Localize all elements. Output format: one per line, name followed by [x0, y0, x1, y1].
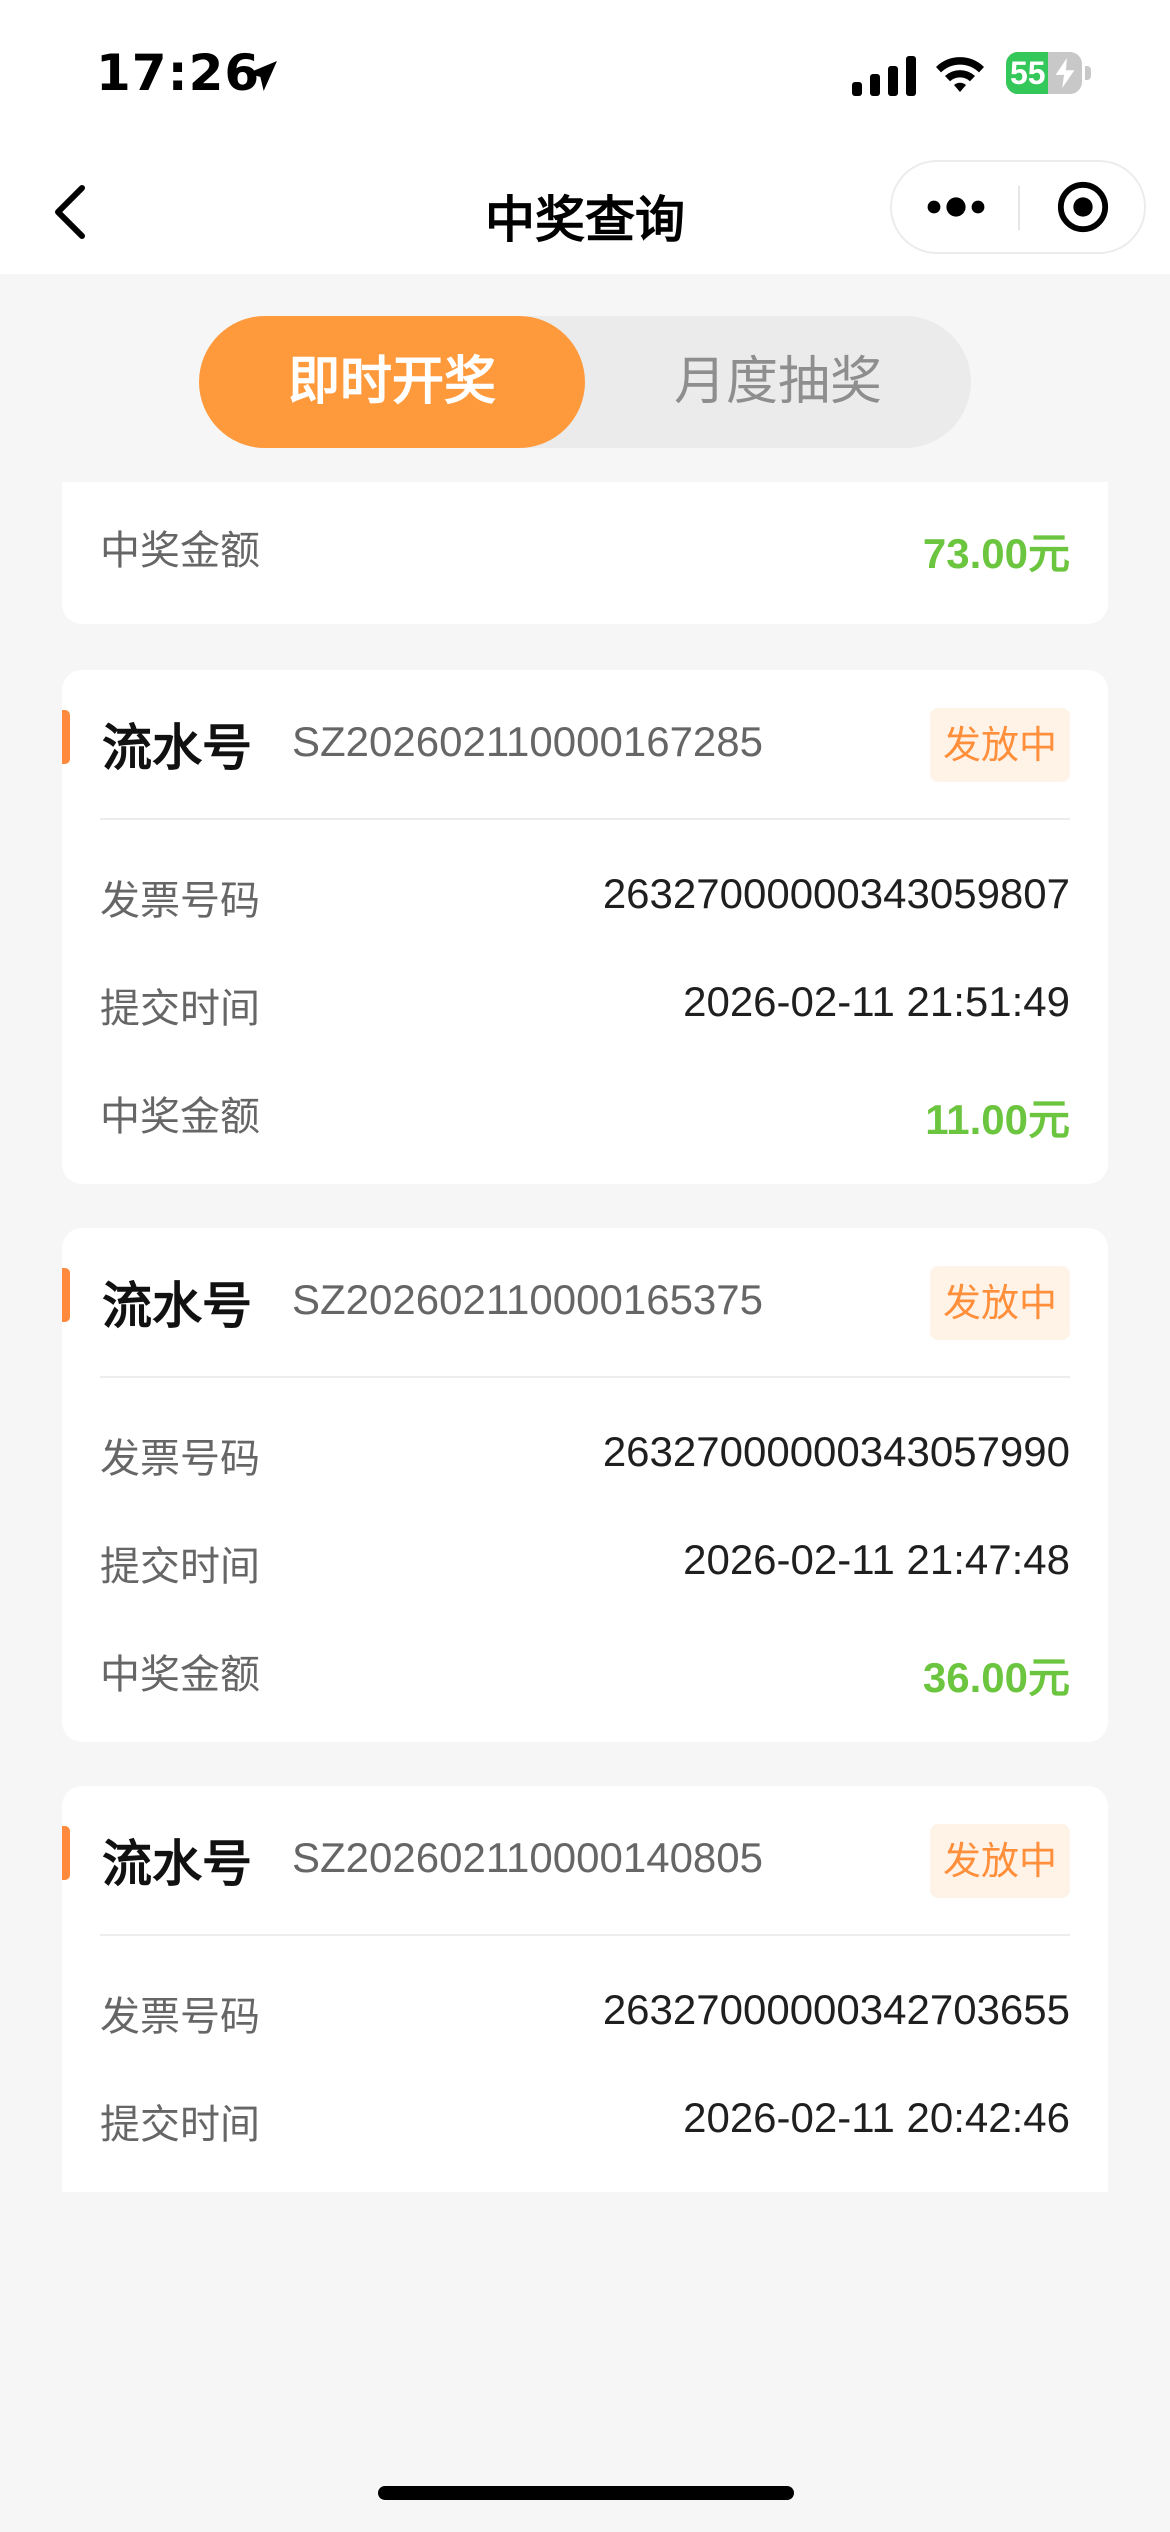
- record-card-header: 流水号 SZ202602110000167285 发放中: [62, 670, 1108, 818]
- invoice-number-value: 26327000000342703655: [602, 1986, 1070, 2033]
- cellular-signal-icon: [852, 56, 916, 96]
- card-accent-bar: [62, 710, 70, 764]
- submit-time-label: 提交时间: [100, 986, 260, 1032]
- more-button[interactable]: [892, 162, 1018, 252]
- close-miniprogram-button[interactable]: [1020, 162, 1144, 252]
- mini-program-capsule: [890, 160, 1146, 254]
- record-card[interactable]: 流水号 SZ202602110000140805 发放中 发票号码 263270…: [62, 1786, 1108, 2192]
- submit-time-value: 2026-02-11 21:51:49: [683, 978, 1070, 1025]
- status-bar: 17:26 55: [0, 0, 1170, 150]
- battery-tip: [1085, 66, 1091, 80]
- invoice-number-label: 发票号码: [100, 878, 260, 924]
- card-divider: [100, 1376, 1070, 1378]
- record-card-header: 流水号 SZ202602110000140805 发放中: [62, 1786, 1108, 1934]
- invoice-number-label: 发票号码: [100, 1994, 260, 2040]
- submit-time-value: 2026-02-11 20:42:46: [683, 2094, 1070, 2141]
- submit-time-row: 提交时间 2026-02-11 21:47:48: [100, 1524, 1070, 1594]
- bolt-icon: [1055, 58, 1075, 88]
- invoice-number-value: 26327000000343059807: [602, 870, 1070, 917]
- invoice-number-row: 发票号码 26327000000343059807: [100, 858, 1070, 928]
- submit-time-row: 提交时间 2026-02-11 20:42:46: [100, 2082, 1070, 2152]
- prize-amount-row: 中奖金额 11.00元: [100, 1074, 1070, 1144]
- card-accent-bar: [62, 1268, 70, 1322]
- status-time: 17:26: [96, 44, 261, 102]
- invoice-number-value: 26327000000343057990: [602, 1428, 1070, 1475]
- serial-label: 流水号: [102, 1835, 252, 1893]
- serial-number: SZ202602110000140805: [292, 1834, 764, 1881]
- prize-amount-value: 11.00元: [925, 1096, 1070, 1143]
- submit-time-label: 提交时间: [100, 1544, 260, 1590]
- prize-amount-value: 36.00元: [922, 1654, 1070, 1701]
- more-dots-icon: [927, 197, 985, 217]
- prize-amount-row: 中奖金额 36.00元: [100, 1632, 1070, 1702]
- wifi-icon: [936, 57, 984, 92]
- card-divider: [100, 818, 1070, 820]
- tab-instant-draw[interactable]: 即时开奖: [199, 316, 585, 448]
- nav-bar: 中奖查询: [0, 150, 1170, 274]
- invoice-number-row: 发票号码 26327000000343057990: [100, 1416, 1070, 1486]
- prize-amount-label: 中奖金额: [100, 528, 260, 574]
- submit-time-label: 提交时间: [100, 2102, 260, 2148]
- status-badge: 发放中: [930, 1266, 1070, 1340]
- home-indicator[interactable]: [378, 2486, 794, 2500]
- serial-label: 流水号: [102, 1277, 252, 1335]
- serial-number: SZ202602110000167285: [292, 718, 764, 765]
- record-card[interactable]: 流水号 SZ202602110000167285 发放中 发票号码 263270…: [62, 670, 1108, 1184]
- location-arrow-icon: [247, 61, 277, 91]
- status-badge: 发放中: [930, 1824, 1070, 1898]
- submit-time-row: 提交时间 2026-02-11 21:51:49: [100, 966, 1070, 1036]
- card-divider: [100, 1934, 1070, 1936]
- submit-time-value: 2026-02-11 21:47:48: [683, 1536, 1070, 1583]
- record-card-partial: 中奖金额 73.00元: [62, 482, 1108, 624]
- tab-switch: 即时开奖 月度抽奖: [199, 316, 971, 448]
- battery-percent: 55: [1010, 55, 1046, 91]
- battery-charging-icon: 55: [1006, 52, 1082, 94]
- prize-amount-label: 中奖金额: [100, 1652, 260, 1698]
- record-list[interactable]: 中奖金额 73.00元 流水号 SZ202602110000167285 发放中…: [0, 482, 1170, 2192]
- prize-amount-row: 中奖金额 73.00元: [100, 508, 1070, 578]
- prize-amount-label: 中奖金额: [100, 1094, 260, 1140]
- tab-monthly-draw[interactable]: 月度抽奖: [585, 316, 971, 448]
- serial-number: SZ202602110000165375: [292, 1276, 764, 1323]
- target-circle-icon: [1057, 181, 1109, 233]
- invoice-number-label: 发票号码: [100, 1436, 260, 1482]
- invoice-number-row: 发票号码 26327000000342703655: [100, 1974, 1070, 2044]
- status-badge: 发放中: [930, 708, 1070, 782]
- record-card-header: 流水号 SZ202602110000165375 发放中: [62, 1228, 1108, 1376]
- prize-amount-value: 73.00元: [922, 530, 1070, 577]
- serial-label: 流水号: [102, 719, 252, 777]
- card-accent-bar: [62, 1826, 70, 1880]
- record-card[interactable]: 流水号 SZ202602110000165375 发放中 发票号码 263270…: [62, 1228, 1108, 1742]
